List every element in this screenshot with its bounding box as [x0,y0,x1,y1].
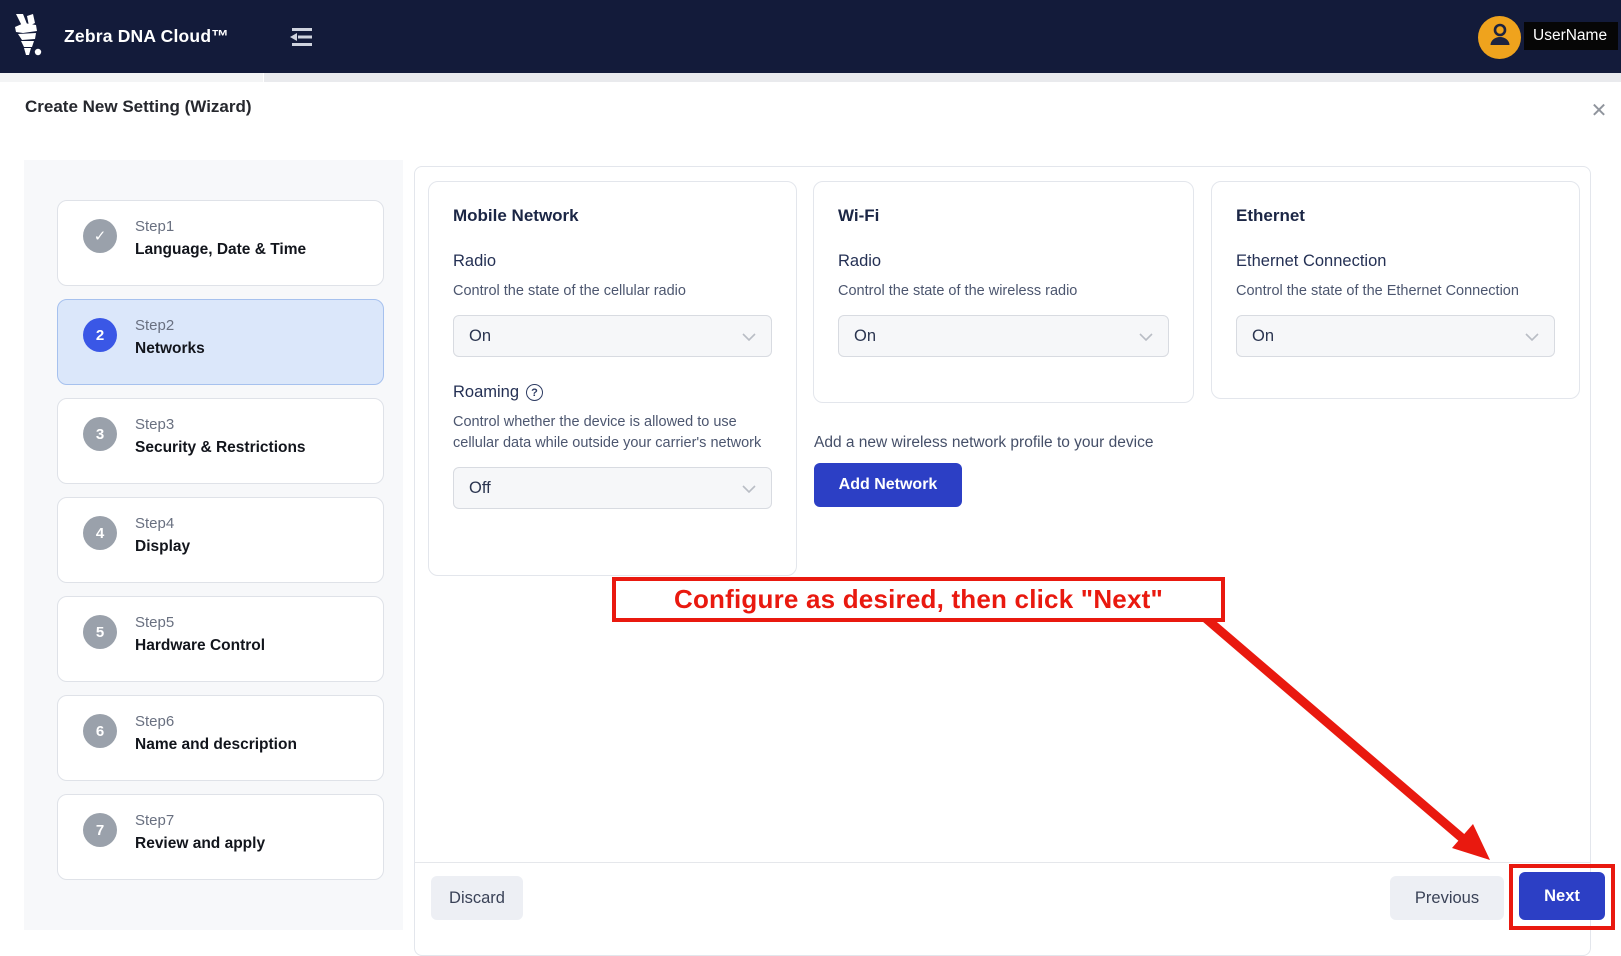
step-title: Hardware Control [135,637,265,655]
ethernet-connection-description: Control the state of the Ethernet Connec… [1236,281,1555,302]
step-label: Step3 [135,416,306,433]
card-title: Wi-Fi [838,206,1169,226]
step-number: 4 [83,516,117,550]
annotation-text: Configure as desired, then click "Next" [674,584,1163,615]
step-title: Review and apply [135,835,265,853]
selected-value: On [1252,327,1274,346]
step-label: Step5 [135,614,265,631]
ethernet-connection-select[interactable]: On [1236,315,1555,357]
step-label: Step1 [135,218,306,235]
mobile-roaming-heading: Roaming ? [453,383,772,402]
step-label: Step2 [135,317,205,334]
card-title: Ethernet [1236,206,1555,226]
app-title: Zebra DNA Cloud™ [64,0,229,73]
chevron-down-icon [1525,327,1539,346]
add-network-hint: Add a new wireless network profile to yo… [814,434,1153,452]
user-name-label[interactable]: UserName [1524,22,1618,50]
discard-button[interactable]: Discard [431,876,523,920]
step-number: 5 [83,615,117,649]
help-icon[interactable]: ? [526,384,543,401]
sidebar-collapse-icon[interactable] [286,26,316,48]
mobile-roaming-select[interactable]: Off [453,467,772,509]
ethernet-connection-heading: Ethernet Connection [1236,252,1555,271]
annotation-callout: Configure as desired, then click "Next" [612,577,1225,622]
step-label: Step6 [135,713,297,730]
step-item-language-date-time[interactable]: ✓ Step1 Language, Date & Time [57,200,384,286]
card-title: Mobile Network [453,206,772,226]
step-item-name-description[interactable]: 6 Step6 Name and description [57,695,384,781]
mobile-network-card: Mobile Network Radio Control the state o… [428,181,797,576]
footer-divider [415,862,1590,863]
app-header: Zebra DNA Cloud™ UserName [0,0,1621,73]
wifi-radio-select[interactable]: On [838,315,1169,357]
heading-text: Roaming [453,383,519,402]
wizard-title: Create New Setting (Wizard) [25,97,252,117]
next-button[interactable]: Next [1519,872,1605,920]
close-icon[interactable]: ✕ [1584,95,1614,125]
user-avatar[interactable] [1478,16,1521,59]
step-title: Display [135,538,190,556]
selected-value: Off [469,479,491,498]
add-network-button[interactable]: Add Network [814,463,962,507]
step-title: Networks [135,340,205,358]
mobile-roaming-description: Control whether the device is allowed to… [453,412,772,454]
selected-value: On [469,327,491,346]
mobile-radio-description: Control the state of the cellular radio [453,281,772,302]
step-number: 7 [83,813,117,847]
wifi-card: Wi-Fi Radio Control the state of the wir… [813,181,1194,403]
step-item-display[interactable]: 4 Step4 Display [57,497,384,583]
step-item-review-apply[interactable]: 7 Step7 Review and apply [57,794,384,880]
step-number: 2 [83,318,117,352]
step-title: Security & Restrictions [135,439,306,457]
wifi-radio-heading: Radio [838,252,1169,271]
step-number: 3 [83,417,117,451]
step-label: Step7 [135,812,265,829]
step-title: Name and description [135,736,297,754]
mobile-radio-heading: Radio [453,252,772,271]
step-label: Step4 [135,515,190,532]
step-number: 6 [83,714,117,748]
selected-value: On [854,327,876,346]
ethernet-card: Ethernet Ethernet Connection Control the… [1211,181,1580,399]
wifi-radio-description: Control the state of the wireless radio [838,281,1169,302]
chevron-down-icon [742,327,756,346]
mobile-radio-select[interactable]: On [453,315,772,357]
background-tab-strip-right [264,73,1621,82]
background-tab-strip-left [0,73,263,82]
person-icon [1485,20,1515,55]
previous-button[interactable]: Previous [1390,876,1504,920]
chevron-down-icon [742,479,756,498]
zebra-logo-icon [14,14,48,63]
step-title: Language, Date & Time [135,241,306,259]
chevron-down-icon [1139,327,1153,346]
step-item-networks[interactable]: 2 Step2 Networks [57,299,384,385]
step-item-security-restrictions[interactable]: 3 Step3 Security & Restrictions [57,398,384,484]
step-item-hardware-control[interactable]: 5 Step5 Hardware Control [57,596,384,682]
check-icon: ✓ [83,219,117,253]
